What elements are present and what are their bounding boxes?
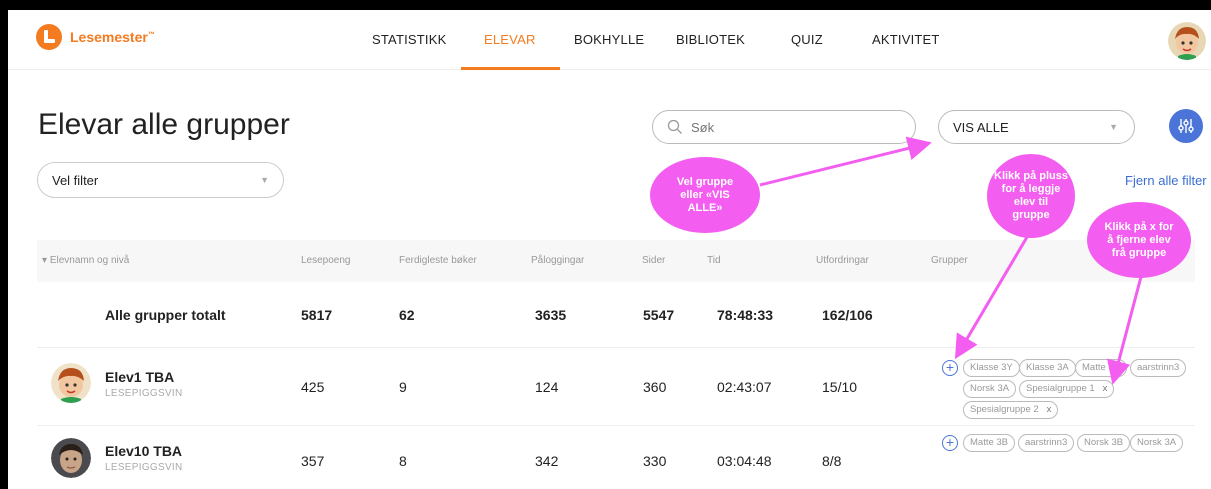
- totals-ferdigleste: 62: [399, 307, 415, 323]
- table-header: ▾ Elevnamn og nivå Lesepoeng Ferdigleste…: [37, 240, 1195, 282]
- annotation-text: Vel gruppe eller «VIS ALLE»: [676, 175, 734, 214]
- cell-paloggingar: 124: [535, 379, 559, 395]
- annotation-remove-from-group: Klikk på x for å fjerne elev frå gruppe: [1087, 202, 1191, 278]
- nav-bokhylle[interactable]: BOKHYLLE: [574, 32, 644, 47]
- chevron-down-icon: ▼: [260, 175, 269, 185]
- user-avatar[interactable]: [1168, 22, 1206, 60]
- search-input[interactable]: [691, 119, 891, 135]
- clear-filters-link[interactable]: Fjern alle filter: [1125, 173, 1207, 188]
- app-window: Lesemester™ STATISTIKK ELEVAR BOKHYLLE B…: [8, 10, 1211, 489]
- group-tag-removable: Spesialgruppe 2x: [963, 401, 1059, 419]
- cell-ferdigleste: 8: [399, 453, 407, 469]
- group-tag: Matte 3B: [963, 434, 1016, 452]
- student-avatar: [51, 363, 91, 403]
- totals-tid: 78:48:33: [717, 307, 774, 323]
- search-box[interactable]: [652, 110, 916, 144]
- annotation-add-to-group: Klikk på pluss for å leggje elev til gru…: [987, 154, 1075, 238]
- student-avatar: [51, 438, 91, 478]
- cell-utfordringar: 15/10: [822, 379, 858, 395]
- totals-paloggingar: 3635: [535, 307, 567, 323]
- totals-label: Alle grupper totalt: [105, 307, 226, 323]
- page-title: Elevar alle grupper: [38, 108, 290, 141]
- cell-sider: 360: [643, 379, 667, 395]
- group-tag: Norsk 3B: [1077, 434, 1131, 452]
- totals-utfordringar: 162/106: [822, 307, 873, 323]
- group-tag: aarstrinn3: [1018, 434, 1075, 452]
- nav-elevar[interactable]: ELEVAR: [484, 32, 536, 47]
- group-tag: Klasse 3A: [1019, 359, 1076, 377]
- column-header-tid[interactable]: Tid: [707, 255, 721, 266]
- column-header-sider[interactable]: Sider: [642, 255, 665, 266]
- column-header-grupper[interactable]: Grupper: [931, 255, 968, 266]
- add-to-group-button[interactable]: +: [942, 360, 958, 376]
- cell-lesepoeng: 357: [301, 453, 325, 469]
- filter-select[interactable]: Vel filter ▼: [37, 162, 284, 198]
- column-header-utfordringar[interactable]: Utfordringar: [816, 255, 869, 266]
- group-select[interactable]: VIS ALLE ▼: [938, 110, 1135, 144]
- filter-select-value: Vel filter: [52, 172, 99, 188]
- add-to-group-button[interactable]: +: [942, 435, 958, 451]
- student-name[interactable]: Elev1 TBA: [105, 369, 174, 385]
- nav-statistikk[interactable]: STATISTIKK: [372, 32, 446, 47]
- remove-from-group-button[interactable]: x: [1047, 404, 1052, 415]
- lesemester-logo-icon: [36, 24, 62, 50]
- cell-lesepoeng: 425: [301, 379, 325, 395]
- sliders-icon: [1178, 119, 1194, 133]
- chevron-down-icon: ▼: [1109, 122, 1118, 132]
- cell-paloggingar: 342: [535, 453, 559, 469]
- cell-tid: 02:43:07: [717, 379, 772, 395]
- nav-bibliotek[interactable]: BIBLIOTEK: [676, 32, 745, 47]
- totals-lesepoeng: 5817: [301, 307, 333, 323]
- group-tag-removable: Spesialgruppe 1x: [1019, 380, 1115, 398]
- column-header-paloggingar[interactable]: Påloggingar: [531, 255, 584, 266]
- search-icon: [667, 119, 682, 134]
- totals-sider: 5547: [643, 307, 675, 323]
- logo-text: Lesemester™: [70, 29, 155, 45]
- annotation-select-group: Vel gruppe eller «VIS ALLE»: [650, 157, 760, 233]
- group-tag: Matte 3A: [1075, 359, 1128, 377]
- column-settings-button[interactable]: [1169, 109, 1203, 143]
- group-tag: Norsk 3A: [1130, 434, 1184, 452]
- student-level: LESEPIGGSVIN: [105, 388, 183, 399]
- remove-from-group-button[interactable]: x: [1103, 383, 1108, 394]
- student-level: LESEPIGGSVIN: [105, 462, 183, 473]
- row-divider: [37, 347, 1195, 348]
- top-navigation: Lesemester™ STATISTIKK ELEVAR BOKHYLLE B…: [8, 10, 1211, 70]
- cell-tid: 03:04:48: [717, 453, 772, 469]
- student-name[interactable]: Elev10 TBA: [105, 443, 182, 459]
- annotation-text: Klikk på x for å fjerne elev frå gruppe: [1104, 220, 1174, 259]
- column-header-ferdigleste[interactable]: Ferdigleste bøker: [399, 255, 477, 266]
- group-tag: Norsk 3A: [963, 380, 1017, 398]
- active-tab-indicator: [461, 67, 560, 70]
- group-tag: Klasse 3Y: [963, 359, 1020, 377]
- cell-ferdigleste: 9: [399, 379, 407, 395]
- nav-quiz[interactable]: QUIZ: [791, 32, 823, 47]
- nav-aktivitet[interactable]: AKTIVITET: [872, 32, 940, 47]
- cell-sider: 330: [643, 453, 667, 469]
- column-header-name[interactable]: ▾ Elevnamn og nivå: [42, 255, 129, 266]
- column-header-lesepoeng[interactable]: Lesepoeng: [301, 255, 351, 266]
- annotation-text: Klikk på pluss for å leggje elev til gru…: [994, 170, 1068, 221]
- cell-utfordringar: 8/8: [822, 453, 842, 469]
- group-select-value: VIS ALLE: [953, 119, 1009, 135]
- row-divider: [37, 425, 1195, 426]
- arrow-to-group-select: [759, 136, 932, 187]
- logo[interactable]: Lesemester™: [36, 24, 155, 50]
- group-tag: aarstrinn3: [1130, 359, 1187, 377]
